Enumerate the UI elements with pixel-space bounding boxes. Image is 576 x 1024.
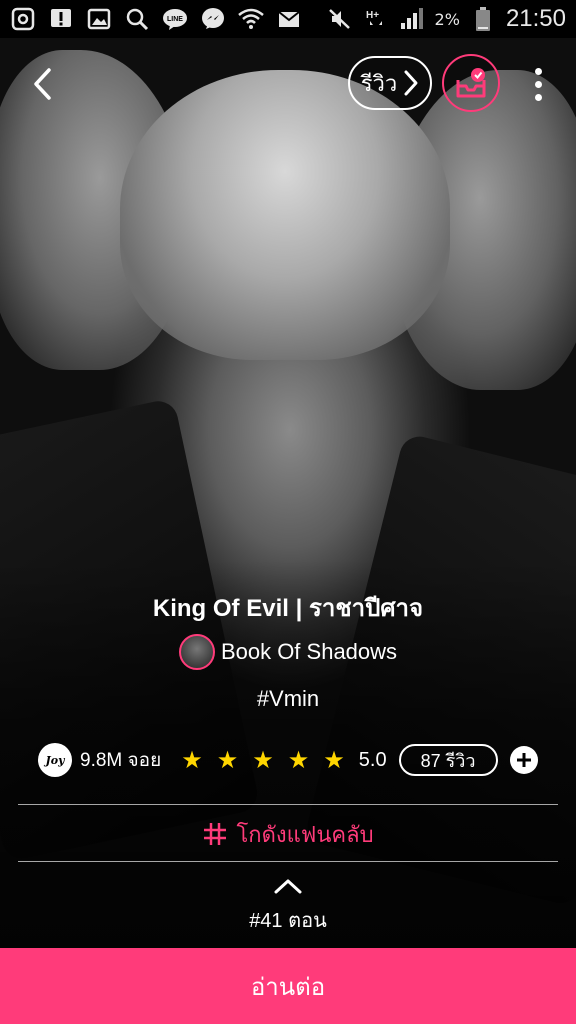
joy-icon: Joy (38, 743, 72, 777)
svg-text:H+: H+ (366, 10, 379, 21)
divider (18, 804, 558, 805)
author-link[interactable]: Book Of Shadows (0, 634, 576, 670)
dot-icon (534, 80, 542, 88)
battery-percent: 2% (434, 9, 460, 29)
messenger-icon (200, 6, 226, 32)
add-review-button[interactable] (509, 746, 538, 774)
cover-image-figure (120, 70, 450, 360)
star-icon: ★ (323, 746, 345, 774)
add-to-shelf-button[interactable] (442, 54, 500, 112)
author-avatar (178, 634, 215, 670)
bookshelf-check-icon (456, 68, 486, 98)
review-button[interactable]: รีวิว (348, 56, 432, 110)
star-icon: ★ (181, 746, 203, 774)
fanclub-label: โกดังแฟนคลับ (236, 822, 374, 848)
plus-icon (516, 753, 531, 767)
chevron-left-icon (34, 68, 51, 100)
gallery-icon (86, 6, 112, 32)
mute-icon (327, 6, 353, 32)
story-title: King Of Evil | ราชาปีศาจ (152, 595, 424, 622)
search-icon (124, 6, 150, 32)
dot-icon (534, 93, 542, 101)
network-type-icon: H+ (363, 6, 389, 32)
star-icon: ★ (252, 746, 274, 774)
signal-icon (399, 6, 425, 32)
expand-episodes-button[interactable] (273, 876, 303, 898)
dot-icon (534, 67, 542, 75)
author-name: Book Of Shadows (220, 639, 398, 664)
fanclub-link[interactable]: โกดังแฟนคลับ (0, 814, 576, 854)
cover-image (0, 0, 576, 1024)
status-bar-system: H+ 2% 21:50 (327, 5, 566, 33)
continue-reading-label: อ่านต่อ (250, 972, 326, 1001)
line-icon: LINE (162, 6, 188, 32)
mail-icon (276, 6, 302, 32)
review-count-label: 87 รีวิว (420, 750, 476, 771)
review-count-button[interactable]: 87 รีวิว (398, 744, 498, 776)
view-count: 9.8M จอย (80, 750, 162, 771)
review-button-label: รีวิว (360, 71, 398, 97)
rating-value: 5.0 (358, 748, 387, 771)
star-rating: ★ ★ ★ ★ ★ (181, 748, 345, 772)
episode-count[interactable]: #41 ตอน (0, 904, 576, 936)
back-button[interactable] (22, 62, 62, 106)
stats-row: Joy 9.8M จอย ★ ★ ★ ★ ★ 5.0 87 รีวิว (38, 740, 548, 780)
status-bar: LINE H+ 2% 21:50 (0, 0, 576, 38)
divider (18, 861, 558, 862)
clock: 21:50 (505, 5, 566, 32)
wifi-icon (238, 6, 264, 32)
opera-icon (10, 6, 36, 32)
alert-icon (48, 6, 74, 32)
star-icon: ★ (287, 746, 310, 774)
hashtag-icon (204, 823, 227, 845)
star-icon: ★ (216, 746, 239, 774)
chevron-right-icon (404, 70, 418, 96)
battery-icon (470, 6, 496, 32)
continue-reading-button[interactable]: อ่านต่อ (0, 948, 576, 1024)
svg-text:LINE: LINE (167, 16, 183, 23)
status-bar-notifications: LINE (10, 6, 302, 32)
more-options-button[interactable] (524, 62, 552, 106)
story-tag[interactable]: #Vmin (0, 686, 576, 712)
chevron-up-icon (274, 879, 302, 894)
